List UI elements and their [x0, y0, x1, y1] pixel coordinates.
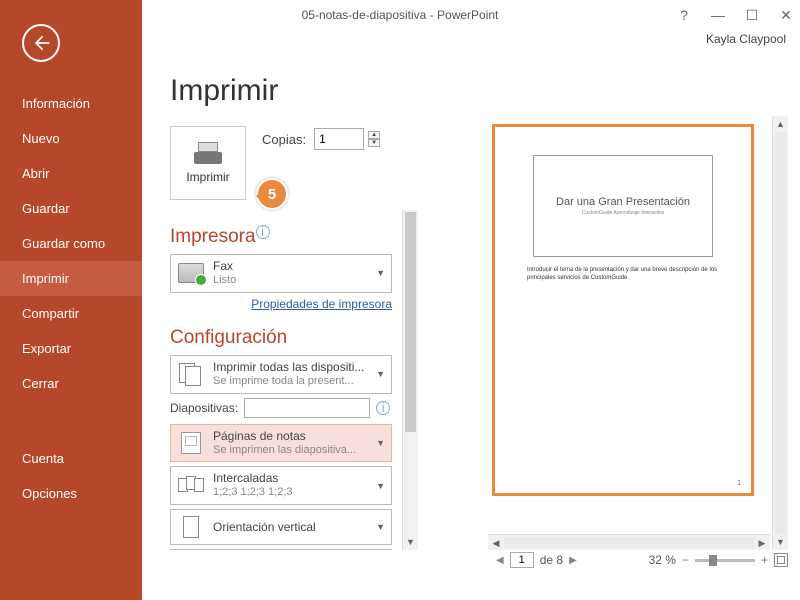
nav-opciones[interactable]: Opciones	[0, 476, 142, 511]
close-icon[interactable]: ✕	[778, 7, 794, 23]
scroll-right-icon[interactable]: ▶	[754, 535, 770, 550]
pages-icon	[179, 363, 203, 385]
orientation-dropdown[interactable]: Orientación vertical ▼	[170, 509, 392, 545]
fit-to-window-button[interactable]	[774, 553, 788, 567]
scroll-up-icon[interactable]: ▲	[773, 116, 788, 132]
page-of-label: de 8	[540, 553, 563, 567]
preview-controls: ◀ de 8 ▶ 32 % − +	[488, 550, 788, 570]
maximize-icon[interactable]: ☐	[744, 7, 760, 23]
user-name[interactable]: Kayla Claypool	[706, 32, 786, 46]
preview-vscrollbar[interactable]: ▲ ▼	[772, 116, 788, 550]
notes-page-icon	[181, 432, 201, 454]
nav-cerrar[interactable]: Cerrar	[0, 366, 142, 401]
info-icon[interactable]: i	[256, 225, 270, 239]
minimize-icon[interactable]: ―	[710, 7, 726, 23]
spin-up-icon[interactable]: ▲	[368, 131, 380, 139]
nav-list: Información Nuevo Abrir Guardar Guardar …	[0, 86, 142, 401]
print-pane: Imprimir Imprimir Copias: ▲▼ 5 Impresora…	[142, 54, 800, 600]
back-button[interactable]	[22, 24, 60, 62]
collate-dropdown[interactable]: Intercaladas 1;2;3 1;2;3 1;2;3 ▼	[170, 466, 392, 505]
info-icon[interactable]: i	[376, 401, 390, 415]
chevron-down-icon: ▼	[376, 268, 385, 278]
slide-thumbnail: Dar una Gran Presentación CustomGuide Ap…	[533, 155, 713, 257]
print-button[interactable]: Imprimir	[170, 126, 246, 200]
scroll-down-icon[interactable]: ▼	[773, 534, 788, 550]
settings-scrollbar[interactable]: ▲ ▼	[402, 210, 418, 550]
nav-nuevo[interactable]: Nuevo	[0, 121, 142, 156]
callout-badge: 5	[256, 178, 288, 210]
portrait-icon	[183, 516, 199, 538]
next-page-button[interactable]: ▶	[569, 555, 577, 566]
print-preview: Dar una Gran Presentación CustomGuide Ap…	[488, 116, 788, 570]
nav-imprimir[interactable]: Imprimir	[0, 261, 142, 296]
help-icon[interactable]: ?	[676, 7, 692, 23]
color-dropdown[interactable]: Escala de grises ▼	[170, 549, 392, 550]
nav-guardar-como[interactable]: Guardar como	[0, 226, 142, 261]
nav-exportar[interactable]: Exportar	[0, 331, 142, 366]
arrow-left-icon	[31, 33, 51, 53]
slide-notes: Introducir el tema de la presentación y …	[527, 267, 719, 283]
printer-name: Fax	[213, 259, 368, 274]
window-title: 05-notas-de-diapositiva - PowerPoint	[302, 8, 499, 22]
zoom-out-button[interactable]: −	[682, 553, 689, 567]
printer-status: Listo	[213, 274, 368, 288]
copies-label: Copias:	[262, 132, 306, 147]
print-button-label: Imprimir	[186, 170, 229, 184]
prev-page-button[interactable]: ◀	[496, 555, 504, 566]
collate-icon	[178, 476, 204, 496]
page-title: Imprimir	[170, 74, 800, 108]
chevron-down-icon: ▼	[376, 481, 385, 491]
copies-spinner[interactable]: ▲▼	[368, 131, 380, 147]
zoom-slider[interactable]	[695, 559, 755, 562]
nav-abrir[interactable]: Abrir	[0, 156, 142, 191]
spin-down-icon[interactable]: ▼	[368, 139, 380, 147]
chevron-down-icon: ▼	[376, 438, 385, 448]
scroll-thumb[interactable]	[405, 212, 416, 432]
preview-hscrollbar[interactable]: ◀ ▶	[488, 534, 770, 550]
slide-subtitle: CustomGuide Aprendizaje Interactivo	[582, 210, 665, 216]
print-what-dropdown[interactable]: Imprimir todas las dispositi... Se impri…	[170, 355, 392, 394]
nav-footer: Cuenta Opciones	[0, 441, 142, 511]
scroll-down-icon[interactable]: ▼	[403, 534, 418, 550]
page-number: 1	[737, 480, 741, 487]
nav-cuenta[interactable]: Cuenta	[0, 441, 142, 476]
copies-input[interactable]	[314, 128, 364, 150]
zoom-in-button[interactable]: +	[761, 553, 768, 567]
chevron-down-icon: ▼	[376, 522, 385, 532]
preview-page: Dar una Gran Presentación CustomGuide Ap…	[492, 124, 754, 496]
slide-title: Dar una Gran Presentación	[556, 196, 690, 208]
settings-section-title: Configuración	[170, 327, 418, 349]
current-page-input[interactable]	[510, 552, 534, 568]
printer-dropdown[interactable]: Fax Listo ▼	[170, 254, 392, 293]
nav-guardar[interactable]: Guardar	[0, 191, 142, 226]
chevron-down-icon: ▼	[376, 369, 385, 379]
layout-dropdown[interactable]: Páginas de notas Se imprimen las diaposi…	[170, 424, 392, 463]
slides-input[interactable]	[244, 398, 370, 418]
printer-icon	[194, 142, 222, 164]
scroll-left-icon[interactable]: ◀	[488, 535, 504, 550]
fax-icon	[178, 263, 204, 283]
nav-informacion[interactable]: Información	[0, 86, 142, 121]
nav-compartir[interactable]: Compartir	[0, 296, 142, 331]
printer-section-title: Impresora	[170, 226, 256, 248]
slides-label: Diapositivas:	[170, 401, 238, 415]
printer-properties-link[interactable]: Propiedades de impresora	[170, 297, 392, 311]
backstage-sidebar: Información Nuevo Abrir Guardar Guardar …	[0, 0, 142, 600]
zoom-percent: 32 %	[649, 553, 676, 567]
